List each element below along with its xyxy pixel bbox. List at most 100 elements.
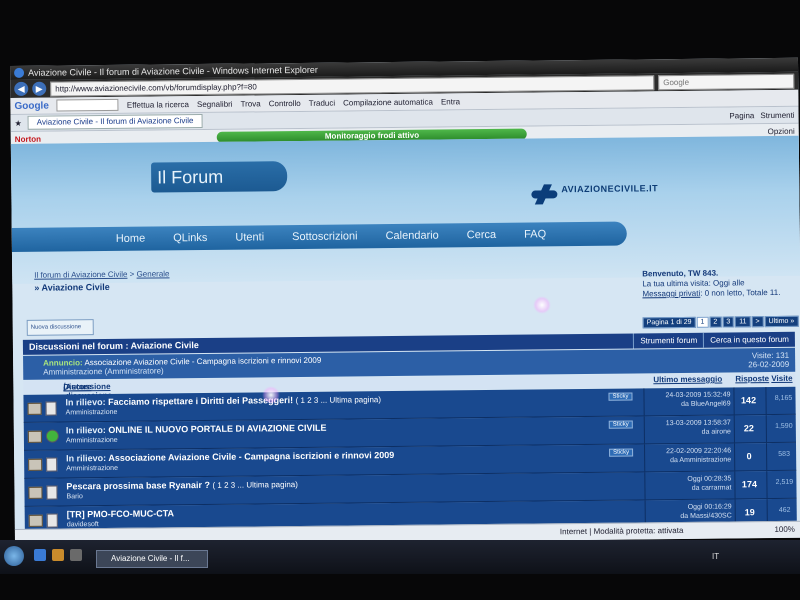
- google-search-button[interactable]: Effettua la ricerca: [127, 100, 189, 110]
- browser-screen: Aviazione Civile - Il forum di Aviazione…: [10, 57, 800, 546]
- breadcrumb: Il forum di Aviazione Civile > Generale …: [34, 269, 170, 292]
- welcome-box: Benvenuto, TW 843. La tua ultima visita:…: [642, 268, 780, 299]
- nav-calendar[interactable]: Calendario: [372, 229, 453, 243]
- private-messages-link[interactable]: Messaggi privati: [642, 289, 700, 299]
- page-menu[interactable]: Pagina: [729, 111, 754, 120]
- cell-divider: [765, 387, 767, 415]
- pager-page-1[interactable]: 1: [696, 316, 709, 328]
- thread-status-icon: [28, 486, 43, 499]
- desktop-quicklaunch-icon[interactable]: [70, 549, 82, 561]
- translate-button[interactable]: Traduci: [309, 98, 335, 107]
- cell-divider: [765, 443, 768, 471]
- pager-page-11[interactable]: 11: [735, 316, 751, 328]
- col-replies[interactable]: Risposte: [735, 374, 769, 383]
- breadcrumb-sep: >: [129, 269, 135, 279]
- nav-qlinks[interactable]: QLinks: [159, 232, 221, 245]
- reply-count[interactable]: 0: [739, 451, 759, 461]
- announcement-author: Amministrazione (Amministratore): [43, 366, 164, 377]
- thread-author[interactable]: Amministrazione: [66, 409, 118, 417]
- forward-icon[interactable]: ▶: [32, 81, 47, 96]
- taskbar: Aviazione Civile - Il f... IT: [0, 540, 800, 574]
- google-search-input[interactable]: [56, 98, 119, 112]
- brand-logo[interactable]: AVIAZIONECIVILE.IT: [561, 183, 658, 194]
- thread-doc-icon: [46, 457, 58, 472]
- cell-divider: [765, 415, 767, 443]
- zoom-level[interactable]: 100%: [774, 525, 795, 534]
- last-post: Oggi 00:28:35 da carrarmat: [687, 475, 732, 492]
- norton-spacer: [533, 131, 762, 133]
- norton-options[interactable]: Opzioni: [768, 126, 795, 135]
- cell-divider: [733, 443, 736, 471]
- last-post: 22-02-2009 22:20:46 da Amministrazione: [666, 447, 732, 465]
- thread-doc-icon: [46, 485, 58, 500]
- view-count: 462: [778, 506, 791, 514]
- autofill-button[interactable]: Compilazione automatica: [343, 97, 433, 107]
- thread-author[interactable]: Amministrazione: [66, 465, 118, 473]
- tab-forum[interactable]: Aviazione Civile - Il forum di Aviazione…: [27, 113, 203, 130]
- view-count: 1,590: [775, 422, 793, 431]
- norton-logo: Norton: [14, 134, 42, 144]
- col-thread[interactable]: Discussione / Autore discussione: [63, 381, 112, 400]
- forum-logo-title[interactable]: Il Forum: [151, 161, 288, 193]
- nav-subscriptions[interactable]: Sottoscrizioni: [278, 230, 372, 243]
- signin-button[interactable]: Entra: [441, 97, 460, 106]
- taskbar-ie-task[interactable]: Aviazione Civile - Il f...: [96, 550, 208, 568]
- sticky-badge: Sticky: [609, 448, 634, 457]
- thread-title[interactable]: In rilievo: Associazione Aviazione Civil…: [66, 450, 394, 463]
- back-icon[interactable]: ◀: [14, 81, 29, 96]
- thread-title[interactable]: In rilievo: Facciamo rispettare i Diritt…: [65, 394, 381, 407]
- col-views[interactable]: Visite: [771, 374, 792, 383]
- tools-menu[interactable]: Strumenti: [760, 110, 794, 119]
- check-button[interactable]: Controllo: [269, 98, 301, 107]
- reply-count[interactable]: 19: [740, 507, 760, 517]
- sticky-badge: Sticky: [608, 392, 633, 401]
- thread-author[interactable]: Amministrazione: [66, 437, 118, 445]
- forum-tools-menu[interactable]: Strumenti forum: [633, 332, 704, 349]
- ie-quicklaunch-icon[interactable]: [34, 549, 46, 561]
- pager-next[interactable]: >: [751, 316, 764, 328]
- announcement-title[interactable]: Annuncio: Associazione Aviazione Civile …: [43, 356, 321, 368]
- glare-highlight: [262, 386, 280, 404]
- thread-title[interactable]: [TR] PMO-FCO-MUC-CTA: [67, 508, 174, 519]
- reply-count[interactable]: 22: [739, 423, 759, 433]
- nav-faq[interactable]: FAQ: [510, 228, 560, 241]
- nav-users[interactable]: Utenti: [221, 231, 278, 244]
- pager-page-3[interactable]: 3: [722, 316, 735, 328]
- reply-count[interactable]: 174: [739, 479, 759, 489]
- thread-title[interactable]: Pescara prossima base Ryanair ? ( 1 2 3 …: [66, 479, 298, 492]
- view-count: 583: [778, 450, 790, 458]
- cell-divider: [643, 444, 646, 472]
- nav-home[interactable]: Home: [102, 232, 159, 245]
- cell-divider: [643, 416, 645, 444]
- nav-search[interactable]: Cerca: [453, 229, 510, 242]
- pager-last[interactable]: Ultimo »: [764, 315, 799, 328]
- breadcrumb-parent[interactable]: Generale: [137, 269, 170, 278]
- reply-count[interactable]: 142: [738, 395, 758, 405]
- new-thread-button[interactable]: Nuova discussione: [26, 319, 94, 336]
- main-nav: Home QLinks Utenti Sottoscrizioni Calend…: [11, 221, 627, 252]
- browser-search-input[interactable]: Google: [658, 73, 795, 90]
- cell-divider: [644, 472, 646, 500]
- glare-highlight: [533, 296, 551, 314]
- language-indicator[interactable]: IT: [712, 552, 719, 561]
- forum-search-menu[interactable]: Cerca in questo forum: [703, 331, 795, 348]
- col-last[interactable]: Ultimo messaggio: [653, 375, 722, 385]
- pager-page-2[interactable]: 2: [709, 316, 722, 328]
- thread-author[interactable]: Bario: [66, 493, 82, 500]
- find-button[interactable]: Trova: [240, 99, 260, 108]
- pagination: Pagina 1 di 29 1 2 3 11 > Ultimo »: [642, 315, 799, 329]
- thread-title[interactable]: In rilievo: ONLINE IL NUOVO PORTALE DI A…: [66, 423, 327, 436]
- sticky-badge: Sticky: [608, 420, 633, 429]
- bookmarks-button[interactable]: Segnalibri: [197, 99, 233, 108]
- last-post: 13-03-2009 13:58:37 da airone: [665, 419, 731, 436]
- favorites-star-icon[interactable]: ★: [15, 118, 22, 127]
- breadcrumb-root[interactable]: Il forum di Aviazione Civile: [34, 270, 127, 280]
- last-post: 24-03-2009 15:32:49 da BlueAngel69: [665, 391, 731, 408]
- thread-status-icon: [27, 402, 42, 415]
- start-orb-icon[interactable]: [4, 546, 24, 566]
- view-count: 2,519: [775, 478, 794, 487]
- folder-quicklaunch-icon[interactable]: [52, 549, 64, 561]
- window-title: Aviazione Civile - Il forum di Aviazione…: [28, 64, 318, 78]
- last-post: Oggi 00:16:29 da Massi/430SC: [680, 503, 732, 521]
- page-content: Il Forum AVIAZIONECIVILE.IT Home QLinks …: [10, 135, 800, 535]
